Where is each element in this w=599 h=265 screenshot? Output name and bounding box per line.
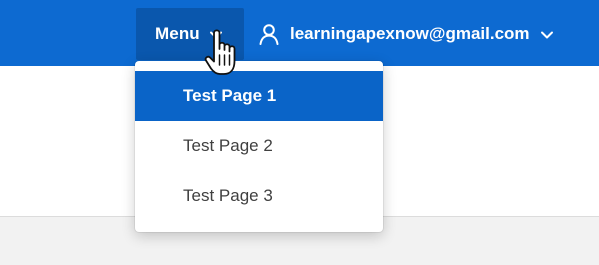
user-menu-button[interactable]: learningapexnow@gmail.com <box>258 8 554 60</box>
menu-dropdown: Test Page 1 Test Page 2 Test Page 3 <box>135 61 383 232</box>
menu-item-label: Test Page 2 <box>183 136 273 155</box>
menu-item-label: Test Page 1 <box>183 86 277 105</box>
menu-button-label: Menu <box>155 24 200 43</box>
hand-pointer-cursor-icon <box>203 25 255 83</box>
menu-item-test-page-2[interactable]: Test Page 2 <box>135 121 383 171</box>
user-icon <box>258 23 280 45</box>
menu-item-test-page-3[interactable]: Test Page 3 <box>135 171 383 221</box>
menu-item-test-page-1[interactable]: Test Page 1 <box>135 71 383 121</box>
chevron-down-icon <box>540 27 554 41</box>
user-email: learningapexnow@gmail.com <box>290 24 530 43</box>
menu-item-label: Test Page 3 <box>183 186 273 205</box>
